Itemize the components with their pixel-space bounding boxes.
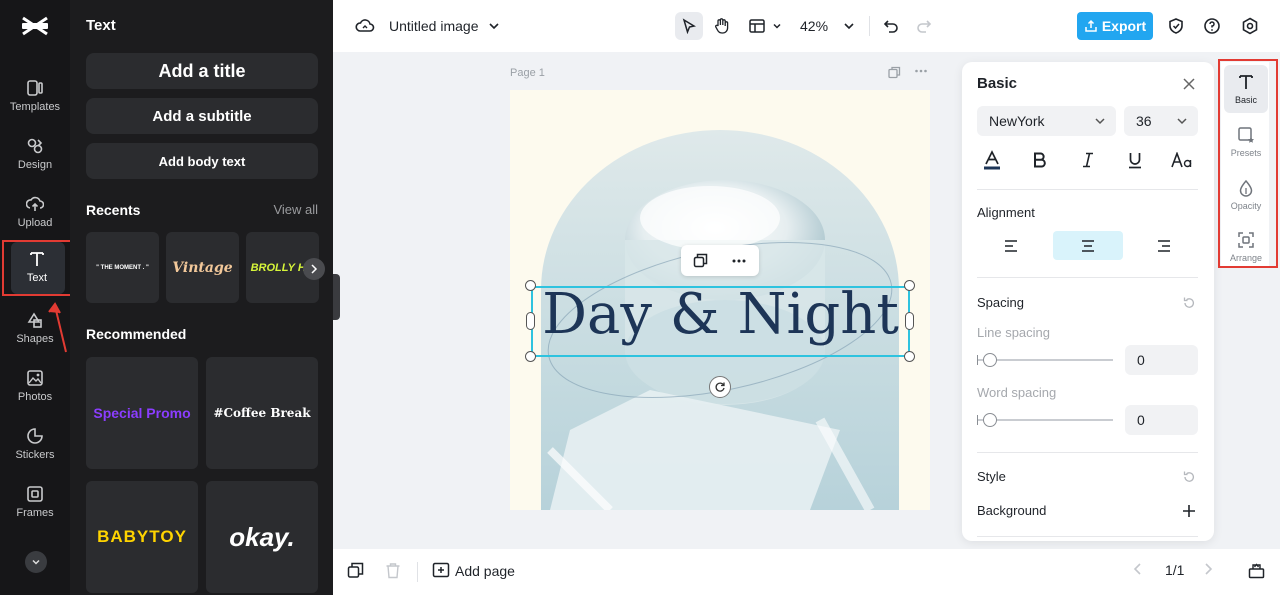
add-page-icon (432, 562, 450, 578)
reset-icon[interactable] (1182, 470, 1196, 484)
section-divider (977, 452, 1198, 453)
italic-icon (1083, 152, 1093, 168)
background-label: Background (977, 503, 1047, 518)
align-right-icon (1158, 239, 1170, 252)
section-divider (977, 277, 1198, 278)
italic-button[interactable] (1076, 148, 1100, 172)
underline-icon (1129, 152, 1141, 168)
font-family-value: NewYork (989, 113, 1045, 129)
expand-pages-button[interactable] (1248, 562, 1265, 579)
underline-button[interactable] (1123, 148, 1147, 172)
align-left-button[interactable] (977, 231, 1047, 260)
chevron-down-icon (1095, 118, 1105, 125)
line-spacing-input[interactable]: 0 (1125, 345, 1198, 375)
align-center-button[interactable] (1053, 231, 1123, 260)
text-case-button[interactable] (1170, 148, 1194, 172)
slider-knob[interactable] (983, 353, 997, 367)
add-page-label: Add page (455, 563, 515, 579)
line-spacing-slider[interactable] (977, 353, 1113, 367)
align-right-button[interactable] (1128, 231, 1198, 260)
slider-knob[interactable] (983, 413, 997, 427)
add-icon[interactable] (1181, 503, 1197, 519)
word-spacing-input[interactable]: 0 (1125, 405, 1198, 435)
panel-title: Basic (977, 75, 1018, 92)
alignment-label: Alignment (977, 205, 1035, 220)
word-spacing-slider[interactable] (977, 413, 1113, 427)
bottom-divider (417, 562, 418, 582)
bottom-bar: Add page 1/1 (333, 549, 1280, 595)
chevron-left-icon (1133, 563, 1141, 575)
previous-page-button[interactable] (1133, 562, 1143, 576)
trash-icon (386, 563, 400, 579)
align-left-icon (1005, 239, 1017, 252)
font-family-select[interactable]: NewYork (977, 106, 1116, 136)
copy-icon (347, 562, 364, 578)
section-divider (977, 189, 1198, 190)
text-case-icon (1171, 152, 1192, 168)
font-size-select[interactable]: 36 (1124, 106, 1198, 136)
pages-panel-icon (1248, 563, 1265, 579)
duplicate-button[interactable] (347, 562, 364, 579)
reset-icon[interactable] (1182, 296, 1196, 310)
next-page-button[interactable] (1203, 562, 1213, 576)
font-size-value: 36 (1136, 113, 1152, 129)
section-divider (977, 536, 1198, 537)
style-label: Style (977, 469, 1006, 484)
chevron-down-icon (1177, 118, 1187, 125)
page-counter: 1/1 (1165, 562, 1185, 578)
delete-button[interactable] (385, 562, 401, 579)
bold-icon (1034, 152, 1046, 168)
basic-properties-panel: Basic NewYork 36 Alignment Spacing Line … (962, 62, 1214, 541)
text-color-icon (984, 150, 1000, 170)
chevron-right-icon (1205, 563, 1213, 575)
align-center-icon (1082, 239, 1094, 252)
spacing-label: Spacing (977, 295, 1024, 310)
slider-tick (977, 415, 978, 425)
add-page-button[interactable]: Add page (432, 562, 515, 580)
slider-tick (977, 355, 978, 365)
text-color-button[interactable] (980, 148, 1004, 172)
close-icon[interactable] (1181, 76, 1197, 92)
line-spacing-label: Line spacing (977, 325, 1050, 340)
bold-button[interactable] (1028, 148, 1052, 172)
word-spacing-label: Word spacing (977, 385, 1057, 400)
highlight-box-tool-strip (1218, 59, 1278, 268)
